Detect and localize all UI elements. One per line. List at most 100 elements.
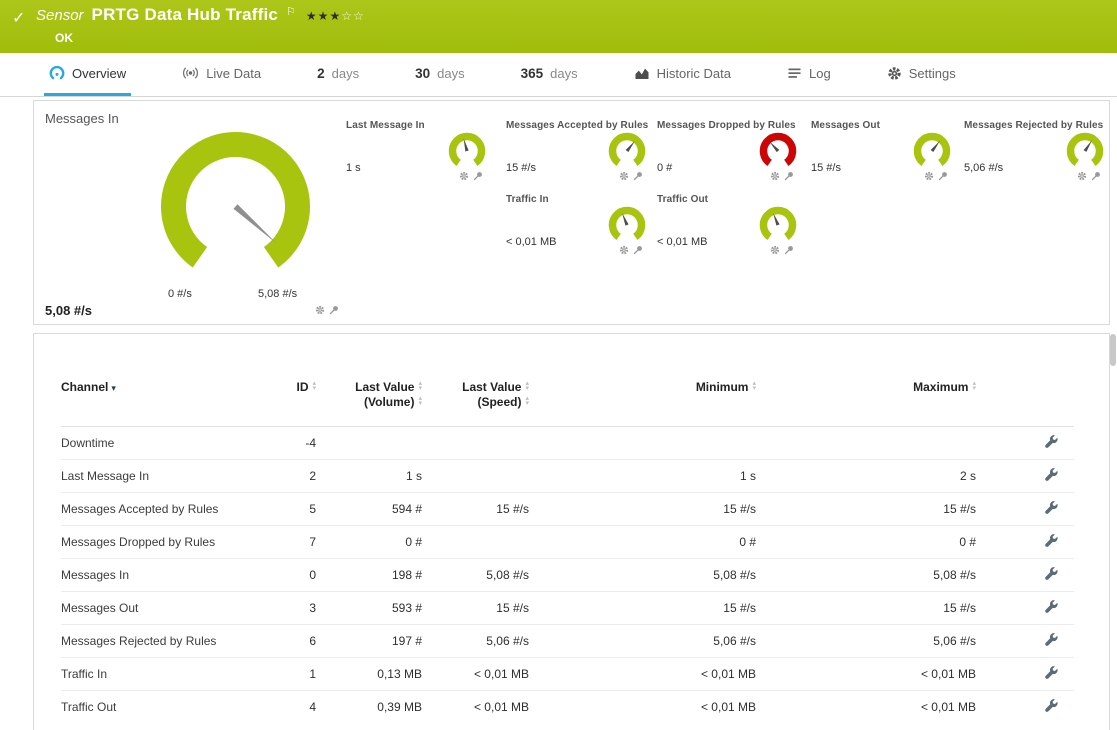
gauge-value: < 0,01 MB <box>506 236 556 248</box>
col-header-id[interactable]: ID▴▾ <box>261 380 316 427</box>
channel-settings-wrench-icon[interactable] <box>1045 666 1058 682</box>
col-header-last-value-volume[interactable]: Last Value▴▾(Volume)▴▾ <box>316 380 422 427</box>
last-value-speed: < 0,01 MB <box>422 658 529 691</box>
tab-settings[interactable]: Settings <box>882 53 961 96</box>
sensor-title: PRTG Data Hub Traffic <box>92 5 279 25</box>
tab-live-data[interactable]: Live Data <box>177 53 266 96</box>
sort-icon[interactable]: ▴▾ <box>972 382 976 391</box>
stars-empty: ☆☆ <box>341 9 365 23</box>
channel-name[interactable]: Traffic In <box>61 658 261 691</box>
channel-settings-wrench-icon[interactable] <box>1045 699 1058 715</box>
sort-icon[interactable]: ▴▾ <box>418 397 422 406</box>
sort-icon[interactable]: ▴▾ <box>752 382 756 391</box>
sort-icon[interactable]: ▴▾ <box>312 382 316 391</box>
settings-icon <box>887 66 902 81</box>
gauge-messages-accepted-by-rules: Messages Accepted by Rules15 #/s <box>506 120 658 190</box>
channel-settings-wrench-icon[interactable] <box>1045 567 1058 583</box>
tab-log[interactable]: Log <box>782 53 836 96</box>
stars-filled: ★★★ <box>306 9 341 23</box>
gauge-value: 1 s <box>346 162 361 174</box>
tab-2-days[interactable]: 2days <box>312 53 364 96</box>
tab-number: 365 <box>521 66 544 81</box>
sort-icon[interactable]: ▴▾ <box>525 382 529 391</box>
channels-table: Channel▾ID▴▾Last Value▴▾(Volume)▴▾Last V… <box>61 380 1074 724</box>
gauge-pin-icon[interactable] <box>784 171 794 181</box>
channel-id: 5 <box>261 493 316 526</box>
gauge-pin-icon[interactable] <box>1091 171 1101 181</box>
small-gauges-grid: Last Message In1 sMessages Accepted by R… <box>34 101 1109 324</box>
gauge-settings-gear-icon[interactable] <box>770 171 780 181</box>
channel-name[interactable]: Last Message In <box>61 460 261 493</box>
last-value-speed: 15 #/s <box>422 493 529 526</box>
gauge-dial <box>757 204 799 251</box>
col-header-channel[interactable]: Channel▾ <box>61 380 261 427</box>
channel-settings-wrench-icon[interactable] <box>1045 435 1058 451</box>
channel-settings-wrench-icon[interactable] <box>1045 633 1058 649</box>
table-row: Messages In0198 #5,08 #/s5,08 #/s5,08 #/… <box>61 559 1074 592</box>
tab-historic-data[interactable]: Historic Data <box>629 53 736 96</box>
last-value-volume: 0 # <box>316 526 422 559</box>
channel-settings-wrench-icon[interactable] <box>1045 468 1058 484</box>
tab-bar: OverviewLive Data2days30days365daysHisto… <box>0 53 1117 97</box>
gauge-value: 0 # <box>657 162 672 174</box>
channel-name[interactable]: Messages Accepted by Rules <box>61 493 261 526</box>
minimum-value: < 0,01 MB <box>529 658 756 691</box>
gauge-messages-out: Messages Out15 #/s <box>811 120 963 190</box>
gauge-pin-icon[interactable] <box>473 171 483 181</box>
col-header-maximum[interactable]: Maximum▴▾ <box>756 380 976 427</box>
gauge-messages-dropped-by-rules: Messages Dropped by Rules0 # <box>657 120 809 190</box>
gauge-settings-gear-icon[interactable] <box>619 245 629 255</box>
gauge-messages-rejected-by-rules: Messages Rejected by Rules5,06 #/s <box>964 120 1116 190</box>
gauge-settings-gear-icon[interactable] <box>619 171 629 181</box>
gauge-pin-icon[interactable] <box>938 171 948 181</box>
last-value-speed: < 0,01 MB <box>422 691 529 724</box>
tab-365-days[interactable]: 365days <box>516 53 583 96</box>
last-value-volume: 593 # <box>316 592 422 625</box>
scrollbar-thumb[interactable] <box>1110 334 1116 366</box>
gauge-actions <box>924 171 948 181</box>
sort-icon[interactable]: ▴▾ <box>525 397 529 406</box>
gauge-settings-gear-icon[interactable] <box>1077 171 1087 181</box>
gauge-pin-icon[interactable] <box>633 245 643 255</box>
channel-name[interactable]: Messages Out <box>61 592 261 625</box>
minimum-value: < 0,01 MB <box>529 691 756 724</box>
channel-name[interactable]: Messages Dropped by Rules <box>61 526 261 559</box>
tab-30-days[interactable]: 30days <box>410 53 470 96</box>
col-header-last-value-speed[interactable]: Last Value▴▾(Speed)▴▾ <box>422 380 529 427</box>
gauge-settings-gear-icon[interactable] <box>770 245 780 255</box>
channel-actions <box>976 658 1074 691</box>
table-body: Downtime-4Last Message In21 s1 s2 sMessa… <box>61 427 1074 724</box>
channel-actions <box>976 691 1074 724</box>
gauge-settings-gear-icon[interactable] <box>924 171 934 181</box>
priority-stars[interactable]: ★★★☆☆ <box>306 9 365 23</box>
sort-icon[interactable]: ▴▾ <box>418 382 422 391</box>
ok-check-icon: ✓ <box>12 8 25 28</box>
tab-label: days <box>437 66 464 81</box>
tab-label: days <box>332 66 359 81</box>
gauge-dial <box>911 130 953 177</box>
channel-settings-wrench-icon[interactable] <box>1045 534 1058 550</box>
channel-settings-wrench-icon[interactable] <box>1045 600 1058 616</box>
table-row: Messages Out3593 #15 #/s15 #/s15 #/s <box>61 592 1074 625</box>
gauge-pin-icon[interactable] <box>784 245 794 255</box>
tab-overview[interactable]: Overview <box>44 53 131 96</box>
gauge-dial <box>606 130 648 177</box>
channel-name[interactable]: Messages In <box>61 559 261 592</box>
flag-icon[interactable]: ⚐ <box>286 5 296 18</box>
last-value-volume: 197 # <box>316 625 422 658</box>
minimum-value: 15 #/s <box>529 592 756 625</box>
gauge-traffic-out: Traffic Out< 0,01 MB <box>657 194 809 264</box>
channel-name[interactable]: Downtime <box>61 427 261 460</box>
gauge-settings-gear-icon[interactable] <box>459 171 469 181</box>
channel-name[interactable]: Messages Rejected by Rules <box>61 625 261 658</box>
channel-name[interactable]: Traffic Out <box>61 691 261 724</box>
col-header-minimum[interactable]: Minimum▴▾ <box>529 380 756 427</box>
last-value-volume: 198 # <box>316 559 422 592</box>
channel-settings-wrench-icon[interactable] <box>1045 501 1058 517</box>
last-value-volume: 0,13 MB <box>316 658 422 691</box>
channel-actions <box>976 460 1074 493</box>
gauge-pin-icon[interactable] <box>633 171 643 181</box>
gauge-actions <box>770 245 794 255</box>
channel-actions <box>976 526 1074 559</box>
minimum-value: 5,08 #/s <box>529 559 756 592</box>
